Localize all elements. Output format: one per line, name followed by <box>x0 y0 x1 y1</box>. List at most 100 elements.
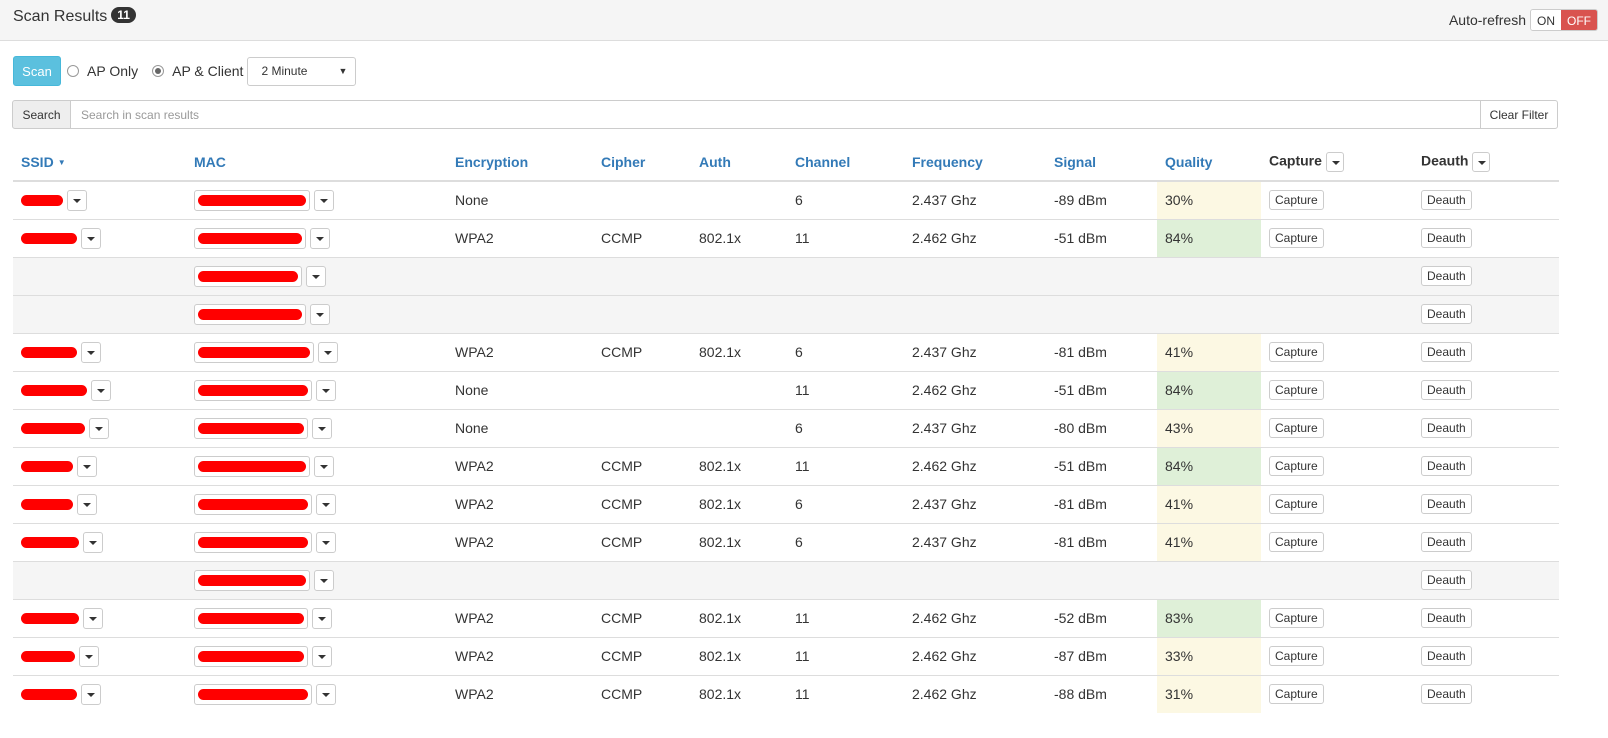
deauth-button[interactable]: Deauth <box>1421 380 1472 400</box>
col-frequency[interactable]: Frequency <box>904 143 1046 182</box>
deauth-button[interactable]: Deauth <box>1421 494 1472 514</box>
deauth-all-dropdown[interactable] <box>1472 151 1491 172</box>
deauth-button[interactable]: Deauth <box>1421 570 1472 590</box>
radio-ap-only-circle[interactable] <box>67 65 79 77</box>
mac-address-box <box>194 607 308 629</box>
col-cipher-label: Cipher <box>601 153 646 170</box>
mac-dropdown[interactable] <box>314 569 334 591</box>
col-ssid[interactable]: SSID ▼ <box>13 143 186 182</box>
ssid-cell <box>13 560 186 599</box>
mac-dropdown[interactable] <box>312 645 332 667</box>
capture-button[interactable]: Capture <box>1269 342 1324 362</box>
mac-dropdown[interactable] <box>314 455 334 477</box>
deauth-button[interactable]: Deauth <box>1421 342 1472 362</box>
deauth-button[interactable]: Deauth <box>1421 684 1472 705</box>
mac-dropdown[interactable] <box>312 417 332 439</box>
encryption-cell: WPA2 <box>447 636 593 675</box>
mac-address-box <box>194 417 308 439</box>
ssid-dropdown[interactable] <box>77 493 97 515</box>
deauth-button[interactable]: Deauth <box>1421 608 1472 628</box>
search-input[interactable] <box>71 100 1480 129</box>
mac-dropdown[interactable] <box>316 683 336 705</box>
capture-button[interactable]: Capture <box>1269 228 1324 248</box>
deauth-button[interactable]: Deauth <box>1421 190 1472 211</box>
mac-cell <box>186 408 447 447</box>
deauth-button[interactable]: Deauth <box>1421 456 1472 476</box>
capture-button[interactable]: Capture <box>1269 646 1324 666</box>
ssid-dropdown[interactable] <box>81 227 101 249</box>
toggle-off-option[interactable]: OFF <box>1561 10 1597 30</box>
mac-dropdown[interactable] <box>316 379 336 401</box>
search-bar: Search Clear Filter <box>12 100 1558 129</box>
mac-dropdown[interactable] <box>312 607 332 629</box>
signal-cell: -87 dBm <box>1046 636 1157 675</box>
mac-dropdown[interactable] <box>316 531 336 553</box>
deauth-button[interactable]: Deauth <box>1421 266 1472 286</box>
auto-refresh-toggle[interactable]: ON OFF <box>1530 9 1598 31</box>
capture-cell <box>1261 560 1413 599</box>
col-signal[interactable]: Signal <box>1046 143 1157 182</box>
deauth-button[interactable]: Deauth <box>1421 418 1472 438</box>
frequency-cell: 2.462 Ghz <box>904 674 1046 713</box>
col-auth[interactable]: Auth <box>691 143 787 182</box>
toggle-on-option[interactable]: ON <box>1531 10 1561 30</box>
deauth-button[interactable]: Deauth <box>1421 646 1472 666</box>
ssid-dropdown[interactable] <box>91 379 111 401</box>
mac-dropdown[interactable] <box>316 493 336 515</box>
scan-button[interactable]: Scan <box>13 56 61 86</box>
clear-filter-button[interactable]: Clear Filter <box>1480 100 1558 129</box>
deauth-button[interactable]: Deauth <box>1421 228 1472 248</box>
auth-cell <box>691 180 787 219</box>
auth-cell <box>691 408 787 447</box>
channel-cell <box>787 294 904 333</box>
radio-ap-client-circle[interactable] <box>152 65 165 77</box>
col-mac[interactable]: MAC <box>186 143 447 182</box>
ssid-dropdown[interactable] <box>67 189 87 211</box>
deauth-button[interactable]: Deauth <box>1421 304 1472 324</box>
ssid-dropdown[interactable] <box>81 341 101 363</box>
capture-button[interactable]: Capture <box>1269 456 1324 476</box>
signal-cell <box>1046 294 1157 333</box>
ssid-dropdown[interactable] <box>83 531 103 553</box>
mac-cell <box>186 218 447 257</box>
search-addon-label: Search <box>12 100 71 129</box>
encryption-cell: None <box>447 370 593 409</box>
col-cipher[interactable]: Cipher <box>593 143 691 182</box>
mac-address-box <box>194 645 308 667</box>
ssid-dropdown[interactable] <box>77 455 97 477</box>
mac-dropdown[interactable] <box>318 341 338 363</box>
mac-dropdown[interactable] <box>310 303 330 325</box>
access-point-row: WPA2 CCMP 802.1x 6 2.437 Ghz -81 dBm 41% Captur… <box>13 332 1559 371</box>
capture-button[interactable]: Capture <box>1269 190 1324 211</box>
radio-ap-client[interactable]: AP & Client <box>152 63 243 79</box>
ssid-dropdown[interactable] <box>83 607 103 629</box>
capture-button[interactable]: Capture <box>1269 532 1324 552</box>
col-encryption[interactable]: Encryption <box>447 143 593 182</box>
capture-button[interactable]: Capture <box>1269 608 1324 628</box>
access-point-row: WPA2 CCMP 802.1x 6 2.437 Ghz -81 dBm 41% Captur… <box>13 484 1559 523</box>
col-channel[interactable]: Channel <box>787 143 904 182</box>
capture-all-dropdown[interactable] <box>1325 151 1344 172</box>
capture-button[interactable]: Capture <box>1269 494 1324 514</box>
mac-dropdown[interactable] <box>310 227 330 249</box>
radio-ap-only[interactable]: AP Only <box>67 63 138 79</box>
deauth-cell: Deauth <box>1413 256 1559 295</box>
capture-button[interactable]: Capture <box>1269 684 1324 705</box>
capture-button[interactable]: Capture <box>1269 418 1324 438</box>
auth-cell: 802.1x <box>691 636 787 675</box>
auth-cell <box>691 560 787 599</box>
mac-dropdown[interactable] <box>306 265 326 287</box>
deauth-button[interactable]: Deauth <box>1421 532 1472 552</box>
capture-button[interactable]: Capture <box>1269 380 1324 400</box>
ssid-dropdown[interactable] <box>89 417 109 439</box>
auth-cell: 802.1x <box>691 522 787 561</box>
access-point-row: WPA2 CCMP 802.1x 11 2.462 Ghz -51 dBm 84% Captu… <box>13 446 1559 485</box>
col-quality[interactable]: Quality <box>1157 143 1261 182</box>
scan-interval-select[interactable]: 2 Minute ▼ <box>247 56 357 86</box>
mac-address-box <box>194 379 312 401</box>
deauth-cell: Deauth <box>1413 522 1559 561</box>
mac-dropdown[interactable] <box>314 189 334 211</box>
ssid-dropdown[interactable] <box>79 645 99 667</box>
ssid-dropdown[interactable] <box>81 683 101 705</box>
frequency-cell: 2.462 Ghz <box>904 218 1046 257</box>
